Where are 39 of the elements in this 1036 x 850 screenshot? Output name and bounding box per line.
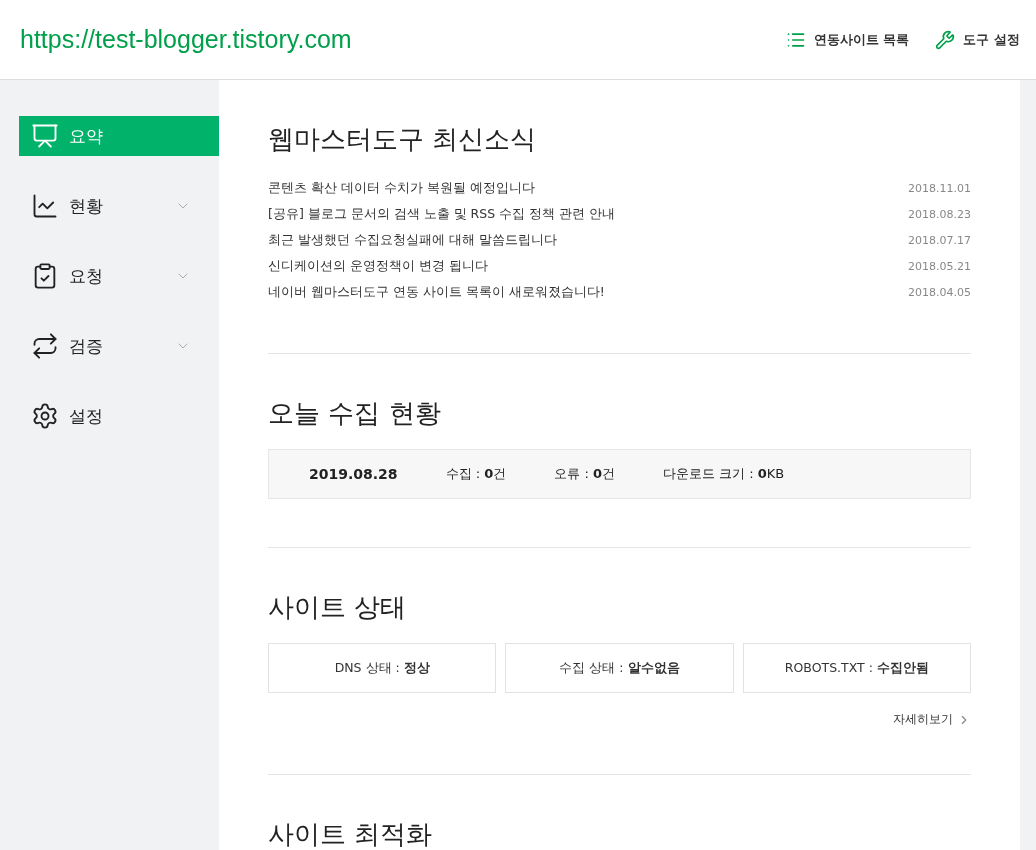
- header-link[interactable]: 도구 설정: [935, 29, 1020, 50]
- news-date: 2018.11.01: [908, 181, 971, 195]
- settings-icon: [31, 402, 59, 430]
- news-date: 2018.04.05: [908, 285, 971, 299]
- wrench-icon: [935, 29, 956, 50]
- header-link[interactable]: 연동사이트 목록: [785, 29, 910, 50]
- section-title: 오늘 수집 현황: [268, 397, 442, 430]
- news-link[interactable]: 최근 발생했던 수집요청실패에 대해 말씀드립니다: [268, 231, 557, 249]
- section-title: 웹마스터도구 최신소식: [268, 123, 538, 156]
- sidebar-label: 요청: [69, 264, 104, 288]
- stat-text: 수집 : 0건: [445, 466, 507, 481]
- section-title: 사이트 최적화: [268, 818, 434, 850]
- stats-date: 2019.08.28: [309, 466, 398, 482]
- news-link[interactable]: 신디케이션의 운영정책이 변경 됩니다: [268, 257, 488, 275]
- news-date: 2018.08.23: [908, 207, 971, 221]
- news-link[interactable]: 네이버 웹마스터도구 연동 사이트 목록이 새로워졌습니다!: [268, 283, 605, 301]
- news-link[interactable]: 콘텐츠 확산 데이터 수치가 복원될 예정입니다: [268, 179, 535, 197]
- sidebar-label: 현황: [69, 194, 104, 218]
- presentation-board-icon: [31, 122, 59, 150]
- stat-text: 오류 : 0건: [554, 466, 615, 481]
- repeat-arrows-icon: [31, 332, 59, 360]
- status-card: ROBOTS.TXT : 수집안됨: [742, 643, 971, 693]
- sidebar-label: 설정: [69, 404, 104, 428]
- sidebar-label: 검증: [69, 334, 104, 358]
- sidebar-item[interactable]: 설정: [19, 396, 219, 436]
- status-card: DNS 상태 : 정상: [268, 643, 497, 693]
- status-card: 수집 상태 : 알수없음: [505, 643, 734, 693]
- sidebar-item[interactable]: 검증: [19, 326, 219, 366]
- news-date: 2018.07.17: [908, 233, 971, 247]
- sidebar-item[interactable]: 요청: [19, 256, 219, 296]
- line-chart-icon: [31, 192, 59, 220]
- sidebar-label: 요약: [69, 124, 104, 148]
- site-url: https://test-blogger.tistory.com: [20, 25, 353, 54]
- news-link[interactable]: [공유] 블로그 문서의 검색 노출 및 RSS 수집 정책 관련 안내: [268, 205, 616, 223]
- news-date: 2018.05.21: [908, 259, 971, 273]
- sidebar-item[interactable]: 현황: [19, 186, 219, 226]
- stat-text: 다운로드 크기 : 0KB: [663, 466, 785, 481]
- more-link[interactable]: 자세히보기: [893, 711, 971, 728]
- section-title: 사이트 상태: [268, 591, 408, 624]
